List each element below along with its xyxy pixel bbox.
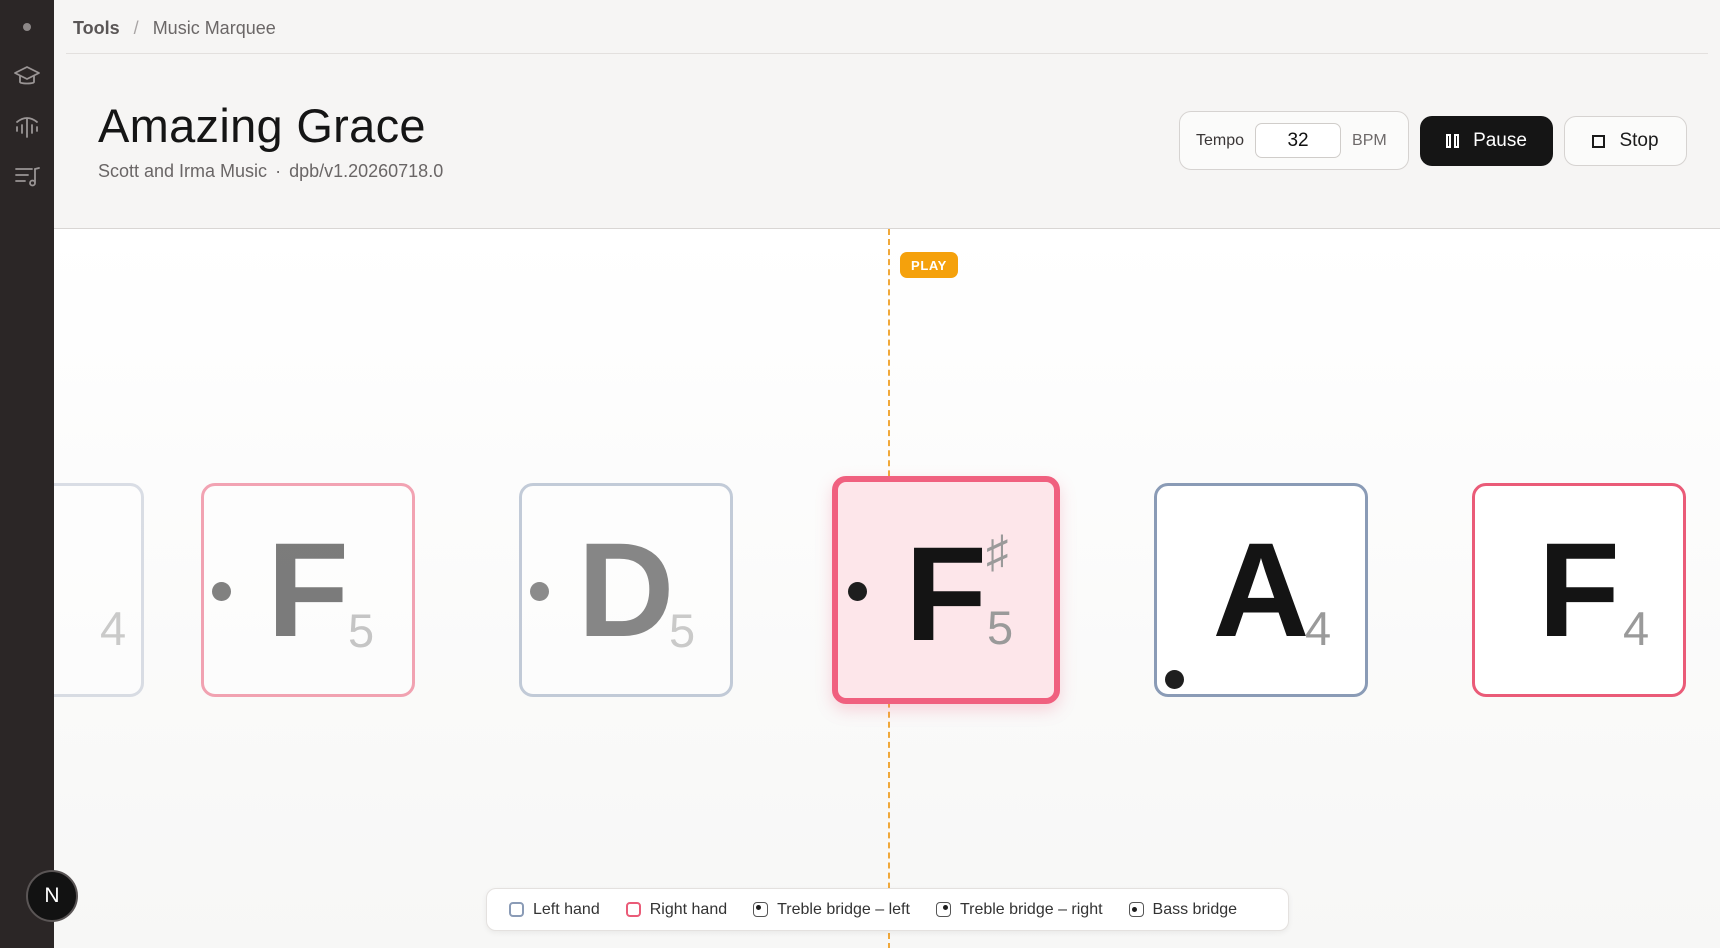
breadcrumb: Tools / Music Marquee [73, 16, 276, 40]
note-letter: F [1538, 516, 1620, 665]
note-letter: A [1212, 516, 1310, 665]
note-card[interactable]: F 4 [1472, 483, 1686, 697]
note-octave: 5 [669, 604, 696, 657]
note-card[interactable]: A 4 [1154, 483, 1368, 697]
playhead-badge: PLAY [900, 252, 958, 278]
header-divider [66, 53, 1708, 54]
tempo-label: Tempo [1196, 131, 1245, 149]
music-playlist-icon[interactable] [13, 162, 41, 190]
legend-bass: Bass bridge [1128, 900, 1238, 919]
tuning-fork-icon[interactable] [13, 112, 41, 140]
stop-icon [1592, 134, 1606, 148]
legend-treble-left-label: Treble bridge – left [777, 900, 910, 918]
note-letter: D [577, 516, 675, 665]
note-card-active[interactable]: F ♯ 5 [832, 476, 1060, 704]
graduation-cap-icon[interactable] [13, 62, 41, 90]
tempo-unit: BPM [1352, 131, 1387, 149]
note-accidental: ♯ [986, 526, 1009, 577]
note-letter: F [267, 516, 349, 665]
legend-right-hand-label: Right hand [649, 900, 728, 918]
note-card[interactable]: 4 [54, 483, 144, 697]
note-octave: 5 [987, 601, 1014, 654]
legend-treble-right-label: Treble bridge – right [959, 900, 1103, 918]
breadcrumb-separator: / [133, 17, 139, 38]
stop-label: Stop [1619, 130, 1659, 151]
marquee-stage: PLAY 4 F 5 D 5 F ♯ 5 A 4 F 4 [54, 228, 1720, 948]
legend-right-hand: Right hand [625, 900, 728, 919]
legend-treble-left: Treble bridge – left [753, 901, 910, 919]
bass-bridge-swatch-icon [1128, 902, 1144, 917]
pause-icon [1446, 134, 1460, 148]
note-letter: F [905, 520, 987, 669]
legend-treble-right: Treble bridge – right [935, 900, 1103, 919]
page-title: Amazing Grace [98, 99, 426, 152]
note-card[interactable]: F 5 [201, 483, 415, 697]
treble-right-swatch-icon [935, 902, 951, 917]
subtitle-separator: · [275, 161, 282, 181]
legend-left-hand: Left hand [509, 901, 600, 919]
legend: Left hand Right hand Treble bridge – lef… [486, 888, 1289, 931]
note-card[interactable]: D 5 [519, 483, 733, 697]
legend-bass-label: Bass bridge [1152, 900, 1238, 918]
song-subtitle: Scott and Irma Music · dpb/v1.20260718.0 [98, 161, 443, 182]
tempo-input[interactable] [1255, 123, 1342, 158]
legend-left-hand-label: Left hand [533, 900, 600, 918]
tempo-control: Tempo BPM [1179, 111, 1409, 170]
song-author: Scott and Irma Music [98, 161, 268, 181]
pause-button[interactable]: Pause [1420, 116, 1553, 166]
note-octave: 4 [1305, 602, 1332, 655]
song-version: dpb/v1.20260718.0 [289, 161, 444, 181]
treble-left-swatch-icon [753, 902, 769, 917]
bridge-marker-icon [1165, 670, 1184, 689]
sidebar [0, 0, 54, 948]
user-avatar[interactable]: N [26, 870, 78, 922]
left-hand-swatch-icon [509, 902, 524, 917]
stop-button[interactable]: Stop [1564, 116, 1687, 166]
note-octave: 4 [100, 602, 127, 655]
pause-label: Pause [1473, 130, 1527, 151]
note-octave: 5 [348, 604, 375, 657]
note-octave: 4 [1623, 602, 1650, 655]
logo-dot-icon[interactable] [23, 23, 31, 31]
right-hand-swatch-icon [625, 902, 641, 917]
breadcrumb-current: Music Marquee [152, 17, 276, 38]
breadcrumb-tools-link[interactable]: Tools [73, 18, 120, 39]
